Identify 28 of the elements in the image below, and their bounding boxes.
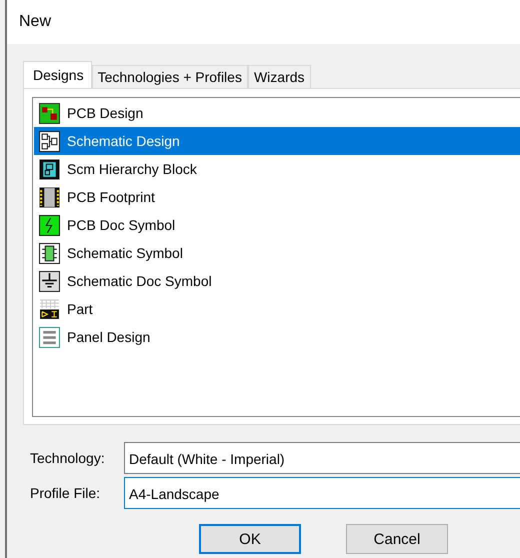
list-item[interactable]: PCB Footprint [34, 183, 520, 211]
list-item[interactable]: PCB Design [34, 99, 520, 127]
lightning-icon [39, 214, 60, 236]
chip-icon [39, 158, 60, 180]
list-item[interactable]: Schematic Symbol [34, 239, 520, 267]
field-label: Profile File: [30, 485, 102, 501]
list-item[interactable]: PCB Doc Symbol [34, 211, 520, 239]
ok-button[interactable]: OK [199, 524, 301, 554]
cancel-button[interactable]: Cancel [346, 524, 448, 554]
list-item[interactable]: Schematic Design [34, 127, 520, 155]
window-title: New [19, 13, 52, 31]
footprint-icon [39, 186, 60, 208]
tab[interactable]: Designs [23, 61, 92, 88]
list-item[interactable]: Schematic Doc Symbol [34, 267, 520, 295]
tab[interactable]: Wizards [248, 65, 311, 88]
part-icon [39, 298, 60, 320]
list-item[interactable]: Panel Design [34, 323, 520, 351]
ground-icon [39, 270, 60, 292]
list-item[interactable]: Scm Hierarchy Block [34, 155, 520, 183]
component-icon [39, 242, 60, 264]
text-field[interactable]: A4-Landscape [124, 477, 520, 509]
schematic-icon [39, 130, 60, 152]
list-item[interactable]: Part [34, 295, 520, 323]
circuit-board-icon [39, 102, 60, 124]
panel-icon [39, 326, 60, 348]
field-label: Technology: [30, 450, 106, 466]
text-field[interactable]: Default (White - Imperial) [124, 442, 520, 474]
tab[interactable]: Technologies + Profiles [92, 65, 248, 88]
